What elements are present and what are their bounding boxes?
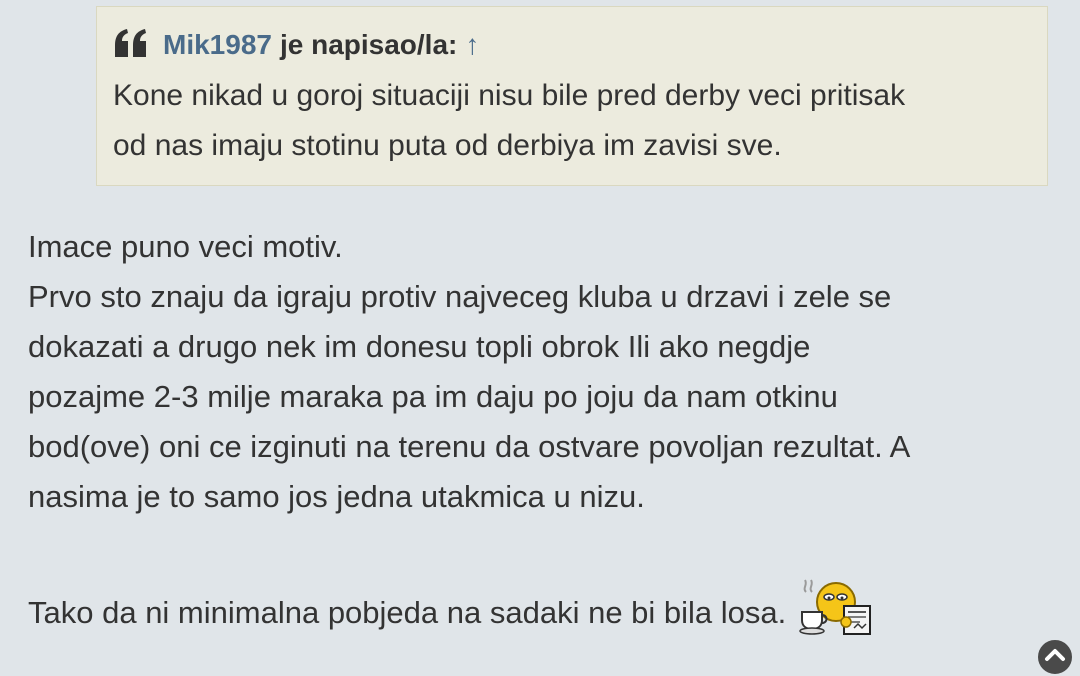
post-line: Imace puno veci motiv. — [28, 229, 343, 264]
post-line: dokazati a drugo nek im donesu topli obr… — [28, 329, 811, 364]
quote-wrote-label: je napisao/la: — [279, 29, 458, 60]
quote-header: Mik1987 je napisao/la: ↑ — [113, 23, 1031, 67]
quote-line: od nas imaju stotinu puta od derbiya im … — [113, 129, 782, 162]
scroll-to-top-button[interactable] — [1036, 638, 1074, 676]
post-final-text: Tako da ni minimalna pobjeda na sadaki n… — [28, 595, 787, 630]
quote-block: Mik1987 je napisao/la: ↑ Kone nikad u go… — [96, 6, 1048, 186]
coffee-newspaper-smiley-icon — [798, 578, 874, 636]
chevron-up-icon — [1044, 640, 1066, 662]
post-line: pozajme 2-3 milje maraka pa im daju po j… — [28, 379, 838, 414]
post-final-line: Tako da ni minimalna pobjeda na sadaki n… — [28, 579, 1058, 642]
quote-line: Kone nikad u goroj situaciji nisu bile p… — [113, 79, 906, 112]
post-line: bod(ove) oni ce izginuti na terenu da os… — [28, 429, 911, 464]
quote-jump-arrow[interactable]: ↑ — [465, 29, 479, 61]
quote-icon — [113, 27, 149, 63]
quote-author-link[interactable]: Mik1987 — [163, 29, 272, 61]
post-line: nasima je to samo jos jedna utakmica u n… — [28, 479, 645, 514]
quote-text: Kone nikad u goroj situaciji nisu bile p… — [113, 71, 1031, 171]
post-line: Prvo sto znaju da igraju protiv najveceg… — [28, 279, 892, 314]
post-body: Imace puno veci motiv. Prvo sto znaju da… — [28, 222, 1058, 642]
